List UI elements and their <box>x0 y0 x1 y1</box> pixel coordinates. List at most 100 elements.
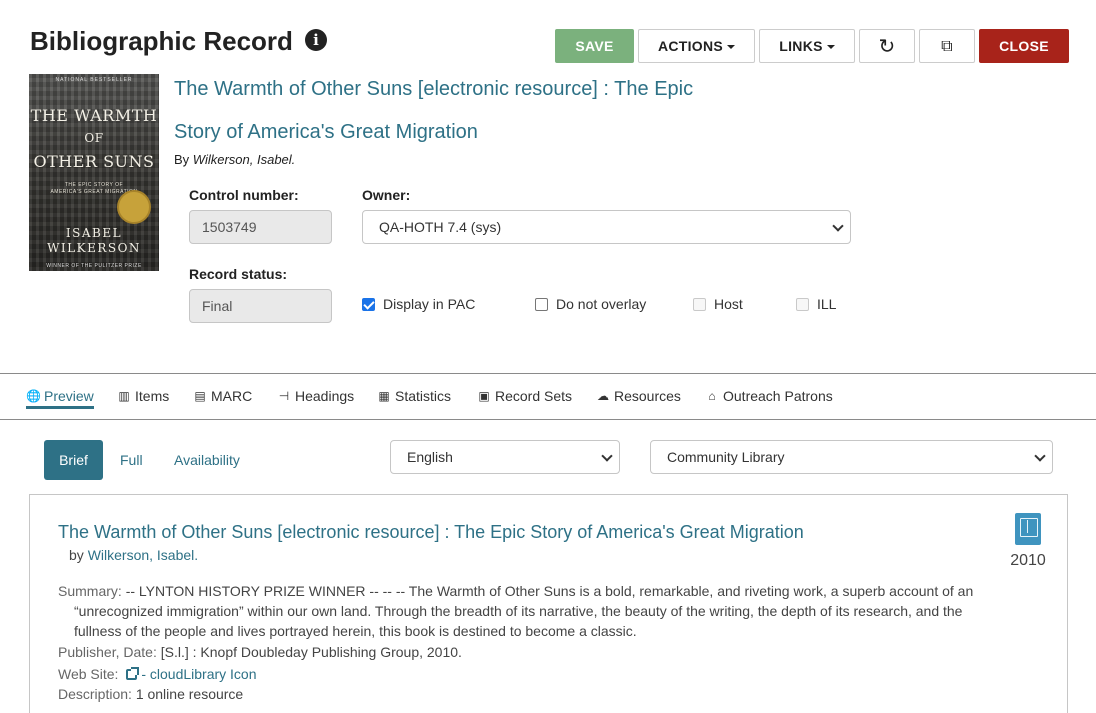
ill-checkbox: ILL <box>796 296 836 312</box>
chevron-down-icon <box>601 450 613 462</box>
books-icon: ▥ <box>118 389 130 403</box>
book-cover-image: NATIONAL BESTSELLER THE WARMTH OF OTHER … <box>29 74 159 271</box>
cover-subtitle-line: THE EPIC STORY OF <box>64 182 124 188</box>
cover-title-line: OTHER SUNS <box>33 152 155 171</box>
description-label: Description: <box>58 686 136 702</box>
close-button[interactable]: CLOSE <box>979 29 1069 63</box>
subtab-availability[interactable]: Availability <box>174 452 240 468</box>
page-title-text: Bibliographic Record <box>30 26 293 56</box>
refresh-icon: ↻ <box>878 34 896 58</box>
description-line: Description: 1 online resource <box>58 686 243 702</box>
publisher-value: [S.l.] : Knopf Doubleday Publishing Grou… <box>160 644 462 660</box>
chevron-down-icon <box>1034 450 1046 462</box>
ebook-icon <box>1015 513 1041 545</box>
cover-author-line: WILKERSON <box>47 241 141 255</box>
actions-label: ACTIONS <box>657 38 724 54</box>
summary-label: Summary: <box>58 583 126 599</box>
subtab-brief[interactable]: Brief <box>44 440 103 480</box>
record-tabs: 🌐 Preview ▥ Items ▤ MARC ⊣ Headings ▦ St… <box>0 373 1096 420</box>
host-checkbox: Host <box>693 296 743 312</box>
tab-label: Headings <box>295 388 355 404</box>
tab-preview[interactable]: 🌐 Preview <box>26 386 94 406</box>
info-icon[interactable]: i <box>304 28 327 51</box>
do-not-overlay-label: Do not overlay <box>556 296 647 312</box>
publisher-line: Publisher, Date: [S.l.] : Knopf Doubleda… <box>58 644 462 660</box>
record-status-label: Record status: <box>189 266 288 282</box>
tab-label: Preview <box>44 388 94 404</box>
checkbox-checked-icon[interactable] <box>362 297 375 311</box>
tab-marc[interactable]: ▤ MARC <box>193 386 252 406</box>
record-byline: By Wilkerson, Isabel. <box>174 152 295 167</box>
preview-title-link[interactable]: The Warmth of Other Suns [electronic res… <box>58 522 804 543</box>
tab-resources[interactable]: ☁ Resources <box>596 386 681 406</box>
tab-record-sets[interactable]: ▣ Record Sets <box>477 386 572 406</box>
cover-title-line: THE WARMTH <box>30 106 158 125</box>
links-label: LINKS <box>779 38 823 54</box>
format-badge: 2010 <box>998 513 1058 570</box>
owner-label: Owner: <box>362 187 411 203</box>
subtab-full[interactable]: Full <box>120 452 143 468</box>
cloud-icon: ☁ <box>597 389 609 403</box>
active-tab-indicator <box>26 406 94 409</box>
preview-panel: The Warmth of Other Suns [electronic res… <box>29 494 1068 713</box>
owner-select[interactable]: QA-HOTH 7.4 (sys) <box>362 210 851 244</box>
language-select[interactable]: English <box>390 440 620 474</box>
award-seal <box>117 190 151 224</box>
publisher-label: Publisher, Date: <box>58 644 161 660</box>
summary-text: -- LYNTON HISTORY PRIZE WINNER -- -- -- … <box>125 583 974 599</box>
toolbar: SAVE ACTIONS LINKS ↻ ⧉ CLOSE <box>555 29 1069 63</box>
summary-text: “unrecognized immigration” within our ow… <box>74 603 963 619</box>
page-title: Bibliographic Record i <box>30 26 327 57</box>
cover-author-line: ISABEL <box>65 226 123 240</box>
checkbox-disabled-icon <box>693 297 706 311</box>
save-button[interactable]: SAVE <box>555 29 634 63</box>
home-icon: ⌂ <box>708 389 716 403</box>
owner-select-value: QA-HOTH 7.4 (sys) <box>379 219 502 235</box>
links-button[interactable]: LINKS <box>759 29 855 63</box>
website-label: Web Site: <box>58 666 123 682</box>
cover-top-text: NATIONAL BESTSELLER <box>55 77 133 83</box>
tab-label: MARC <box>211 388 253 404</box>
cover-title: THE WARMTH OF OTHER SUNS <box>29 104 159 173</box>
host-label: Host <box>714 296 743 312</box>
tab-label: Statistics <box>395 388 452 404</box>
globe-icon: 🌐 <box>26 389 41 403</box>
tab-label: Record Sets <box>495 388 573 404</box>
website-link[interactable]: - cloudLibrary Icon <box>141 666 256 682</box>
tab-label: Outreach Patrons <box>723 388 833 404</box>
do-not-overlay-checkbox[interactable]: Do not overlay <box>535 296 646 312</box>
website-line: Web Site: - cloudLibrary Icon <box>58 666 257 682</box>
refresh-button[interactable]: ↻ <box>859 29 915 63</box>
byline-prefix: By <box>174 152 193 167</box>
checkbox-unchecked-icon[interactable] <box>535 297 548 311</box>
byline-author: Wilkerson, Isabel. <box>192 152 296 167</box>
control-number-field: 1503749 <box>189 210 332 244</box>
checkbox-disabled-icon <box>796 297 809 311</box>
list-icon: ▤ <box>194 389 206 403</box>
record-status-field: Final <box>189 289 332 323</box>
caret-down-icon <box>826 45 835 49</box>
popout-icon: ⧉ <box>941 36 953 55</box>
external-link-icon[interactable] <box>126 667 140 680</box>
tab-label: Items <box>135 388 170 404</box>
tab-items[interactable]: ▥ Items <box>117 386 169 406</box>
actions-button[interactable]: ACTIONS <box>638 29 755 63</box>
cover-title-line: OF <box>84 131 104 145</box>
tab-statistics[interactable]: ▦ Statistics <box>377 386 451 406</box>
tab-headings[interactable]: ⊣ Headings <box>277 386 354 406</box>
preview-author-link[interactable]: Wilkerson, Isabel. <box>88 547 198 563</box>
summary-text: fullness of the people and lives portray… <box>74 623 637 639</box>
cover-footer-text: WINNER OF THE PULITZER PRIZE <box>46 263 142 269</box>
language-select-value: English <box>407 449 453 465</box>
tab-outreach-patrons[interactable]: ⌂ Outreach Patrons <box>705 386 833 406</box>
tab-label: Resources <box>614 388 681 404</box>
bar-chart-icon: ▦ <box>378 389 390 403</box>
display-in-pac-label: Display in PAC <box>383 296 476 312</box>
caret-down-icon <box>727 45 736 49</box>
chevron-down-icon <box>832 220 844 232</box>
popout-button[interactable]: ⧉ <box>919 29 975 63</box>
publication-year: 2010 <box>1010 552 1046 569</box>
record-title: The Warmth of Other Suns [electronic res… <box>174 78 694 143</box>
display-in-pac-checkbox[interactable]: Display in PAC <box>362 296 475 312</box>
library-select[interactable]: Community Library <box>650 440 1053 474</box>
